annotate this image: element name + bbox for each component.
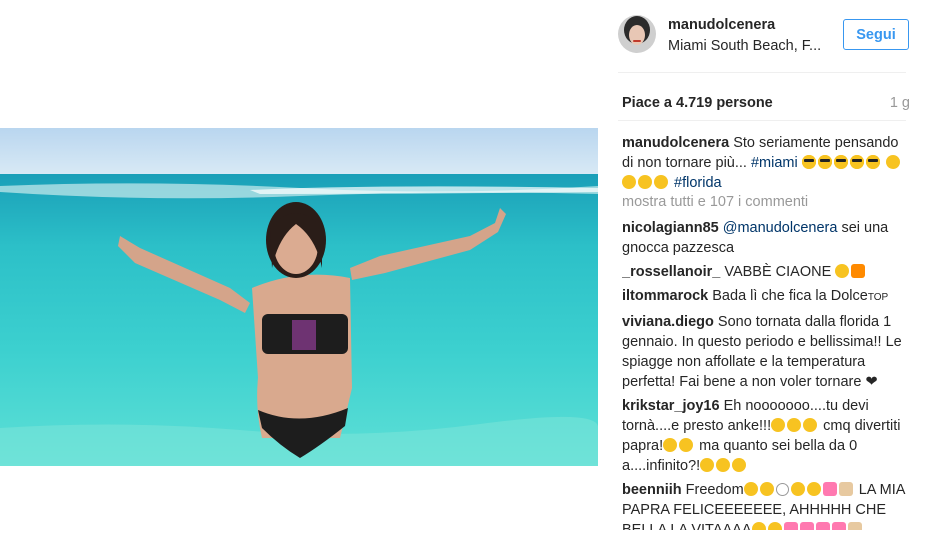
comment-item: beenniih Freedom LA MIA PAPRA FELICEEEEE…: [622, 480, 912, 530]
heart-eyes-emoji-icon: [743, 482, 758, 496]
comment-item: nicolagiann85 @manudolcenera sei una gno…: [622, 218, 912, 258]
comment-username[interactable]: beenniih: [622, 482, 682, 498]
like-count[interactable]: Piace a 4.719 persone: [622, 95, 773, 111]
caption-username[interactable]: manudolcenera: [622, 135, 729, 151]
grin-emoji-icon: [835, 264, 850, 278]
heart-eyes-emoji-icon: [700, 458, 715, 472]
comment-mention[interactable]: @manudolcenera: [723, 220, 838, 236]
sparkling-heart-emoji-icon: [831, 522, 846, 530]
heart-eyes-emoji-icon: [751, 522, 766, 530]
beach-photo: [0, 128, 598, 466]
comment-item: krikstar_joy16 Eh nooooooo....tu devi to…: [622, 396, 912, 476]
sunglasses-emoji-icon: [865, 155, 880, 169]
sunglasses-emoji-icon: [833, 155, 848, 169]
comment-username[interactable]: nicolagiann85: [622, 220, 719, 236]
sparkling-heart-emoji-icon: [822, 482, 837, 496]
follow-button[interactable]: Segui: [843, 19, 909, 50]
collision-emoji-icon: [851, 264, 866, 278]
avatar-image: [618, 15, 656, 53]
heart-eyes-emoji-icon: [759, 482, 774, 496]
heart-eyes-emoji-icon: [716, 458, 731, 472]
comment-username[interactable]: viviana.diego: [622, 314, 714, 330]
laughing-emoji-icon: [622, 175, 636, 189]
kiss-emoji-icon: [679, 438, 694, 452]
show-all-comments-link[interactable]: mostra tutti e 107 i commenti: [622, 194, 808, 210]
sparkling-heart-emoji-icon: [783, 522, 798, 530]
comment-text: Bada lì che fica la Dolce: [708, 288, 868, 304]
sunglasses-emoji-icon: [849, 155, 864, 169]
comment-text: VABBÈ CIAONE: [720, 264, 836, 280]
sparkling-heart-emoji-icon: [815, 522, 830, 530]
comment-item: iltommarock Bada lì che fica la DolceTOP: [622, 286, 912, 308]
post-photo[interactable]: [0, 128, 598, 466]
hashtag-florida[interactable]: #florida: [674, 175, 722, 191]
heart-eyes-emoji-icon: [767, 522, 782, 530]
comment-username[interactable]: _rossellanoir_: [622, 264, 720, 280]
tears-of-joy-emoji-icon: [803, 418, 818, 432]
eyes-emoji-icon: [775, 483, 789, 496]
sunglasses-emoji-icon: [801, 155, 816, 169]
comment-text: Freedom: [681, 482, 744, 498]
post-age[interactable]: 1 g: [890, 95, 910, 111]
avatar[interactable]: [618, 15, 656, 53]
comment-item: viviana.diego Sono tornata dalla florida…: [622, 312, 912, 392]
hashtag-miami[interactable]: #miami: [751, 155, 798, 171]
relieved-emoji-icon: [806, 482, 821, 496]
heart-eyes-emoji-icon: [732, 458, 747, 472]
raised-hands-emoji-icon: [847, 522, 862, 530]
raised-hands-emoji-icon: [838, 482, 853, 496]
laughing-emoji-icon: [885, 155, 900, 169]
tears-of-joy-emoji-icon: [771, 418, 786, 432]
comment-item: _rossellanoir_ VABBÈ CIAONE: [622, 262, 912, 282]
top-arrow-icon: TOP: [867, 292, 889, 303]
comment-list[interactable]: nicolagiann85 @manudolcenera sei una gno…: [622, 218, 912, 530]
comment-username[interactable]: iltommarock: [622, 288, 708, 304]
sparkling-heart-emoji-icon: [799, 522, 814, 530]
likes-divider: [618, 120, 906, 121]
post-header: manudolcenera Miami South Beach, F... Se…: [618, 14, 914, 58]
post-username[interactable]: manudolcenera: [668, 17, 775, 33]
kiss-emoji-icon: [663, 438, 678, 452]
sparkles-emoji-icon: [790, 482, 805, 496]
heart-icon: ❤: [865, 374, 878, 390]
sunglasses-emoji-icon: [817, 155, 832, 169]
header-divider: [618, 72, 906, 73]
laughing-emoji-icon: [654, 175, 668, 189]
post-caption: manudolcenera Sto seriamente pensando di…: [622, 133, 904, 193]
post-location[interactable]: Miami South Beach, F...: [668, 38, 821, 54]
tears-of-joy-emoji-icon: [787, 418, 802, 432]
laughing-emoji-icon: [638, 175, 652, 189]
comment-username[interactable]: krikstar_joy16: [622, 398, 720, 414]
post-sidebar: manudolcenera Miami South Beach, F... Se…: [598, 0, 926, 555]
